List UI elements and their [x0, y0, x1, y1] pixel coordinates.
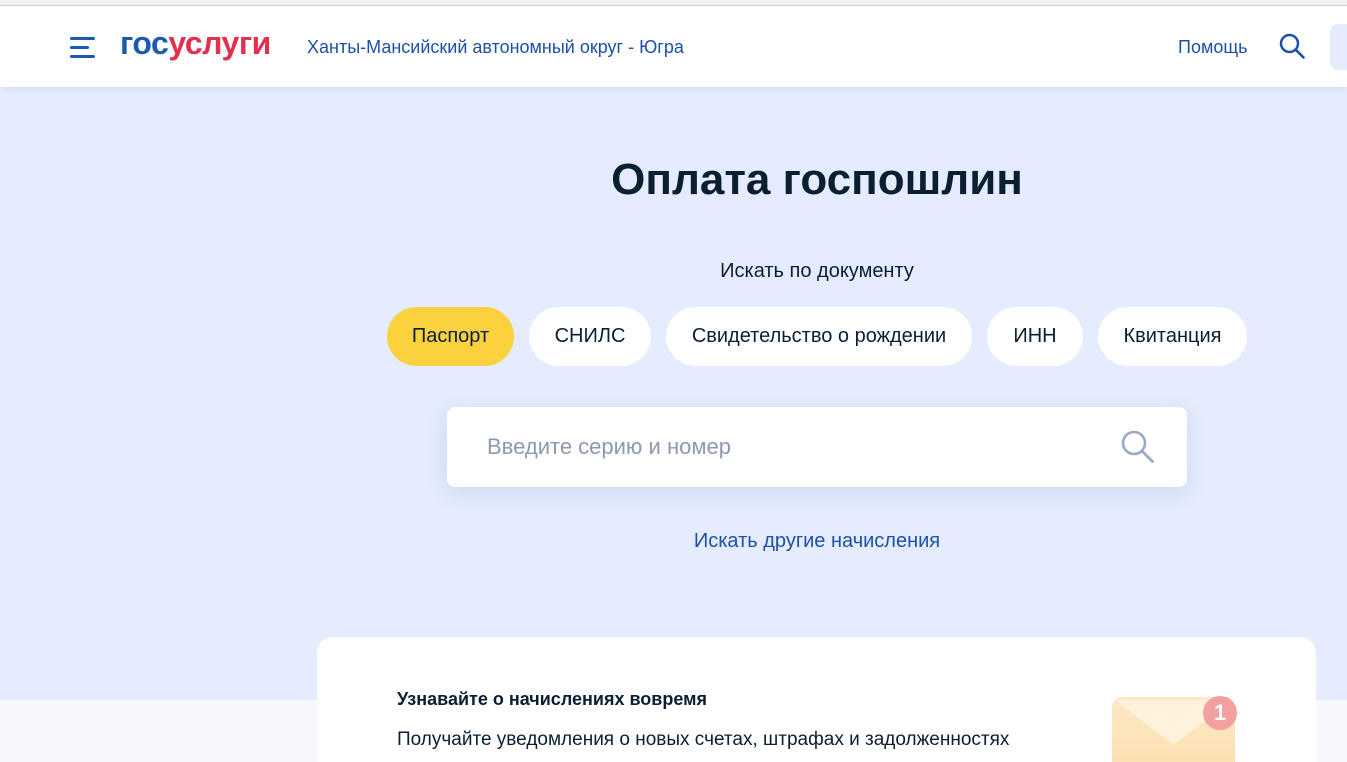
tab-passport[interactable]: Паспорт	[387, 307, 514, 366]
search-icon[interactable]	[1118, 428, 1156, 466]
page: госуслуги Ханты-Мансийский автономный ок…	[0, 0, 1347, 762]
menu-icon-line	[70, 46, 89, 49]
tab-inn[interactable]: ИНН	[987, 307, 1083, 366]
page-title: Оплата госпошлин	[611, 155, 1023, 204]
menu-icon-line	[70, 37, 95, 40]
help-link[interactable]: Помощь	[1178, 36, 1248, 58]
hero-content: Оплата госпошлин Искать по документу Пас…	[317, 87, 1317, 700]
document-type-tabs: Паспорт СНИЛС Свидетельство о рождении И…	[387, 307, 1247, 366]
search-icon-glyph	[1121, 430, 1154, 463]
document-search-box	[447, 407, 1187, 487]
search-icon-handle	[1140, 449, 1154, 463]
notification-count-badge: 1	[1203, 696, 1237, 730]
logo-part-gos: гос	[120, 25, 169, 61]
search-icon-glyph	[1279, 33, 1305, 59]
other-charges-row: Искать другие начисления	[317, 529, 1317, 553]
other-charges-link[interactable]: Искать другие начисления	[694, 530, 940, 552]
region-selector-link[interactable]: Ханты-Мансийский автономный округ - Югра	[307, 36, 684, 58]
search-icon-handle	[1294, 48, 1305, 59]
logo-part-uslugi: услуги	[168, 25, 271, 61]
document-number-input[interactable]	[447, 407, 1187, 487]
tab-birth-certificate[interactable]: Свидетельство о рождении	[666, 307, 972, 366]
payment-hero-section: Оплата госпошлин Искать по документу Пас…	[0, 87, 1347, 700]
menu-icon-line	[70, 55, 95, 58]
promo-title: Узнавайте о начислениях вовремя	[397, 689, 707, 709]
promo-text: Получайте уведомления о новых счетах, шт…	[397, 729, 1010, 750]
tab-receipt[interactable]: Квитанция	[1098, 307, 1247, 366]
notifications-promo-card: Узнавайте о начислениях вовремя Получайт…	[317, 637, 1316, 762]
tab-snils[interactable]: СНИЛС	[529, 307, 651, 366]
menu-icon[interactable]	[70, 36, 95, 58]
header-right-button[interactable]	[1330, 24, 1347, 70]
search-by-document-label: Искать по документу	[720, 260, 914, 282]
gosuslugi-logo[interactable]: госуслуги	[120, 27, 271, 59]
search-icon[interactable]	[1278, 33, 1306, 61]
site-header: госуслуги Ханты-Мансийский автономный ок…	[0, 6, 1347, 87]
